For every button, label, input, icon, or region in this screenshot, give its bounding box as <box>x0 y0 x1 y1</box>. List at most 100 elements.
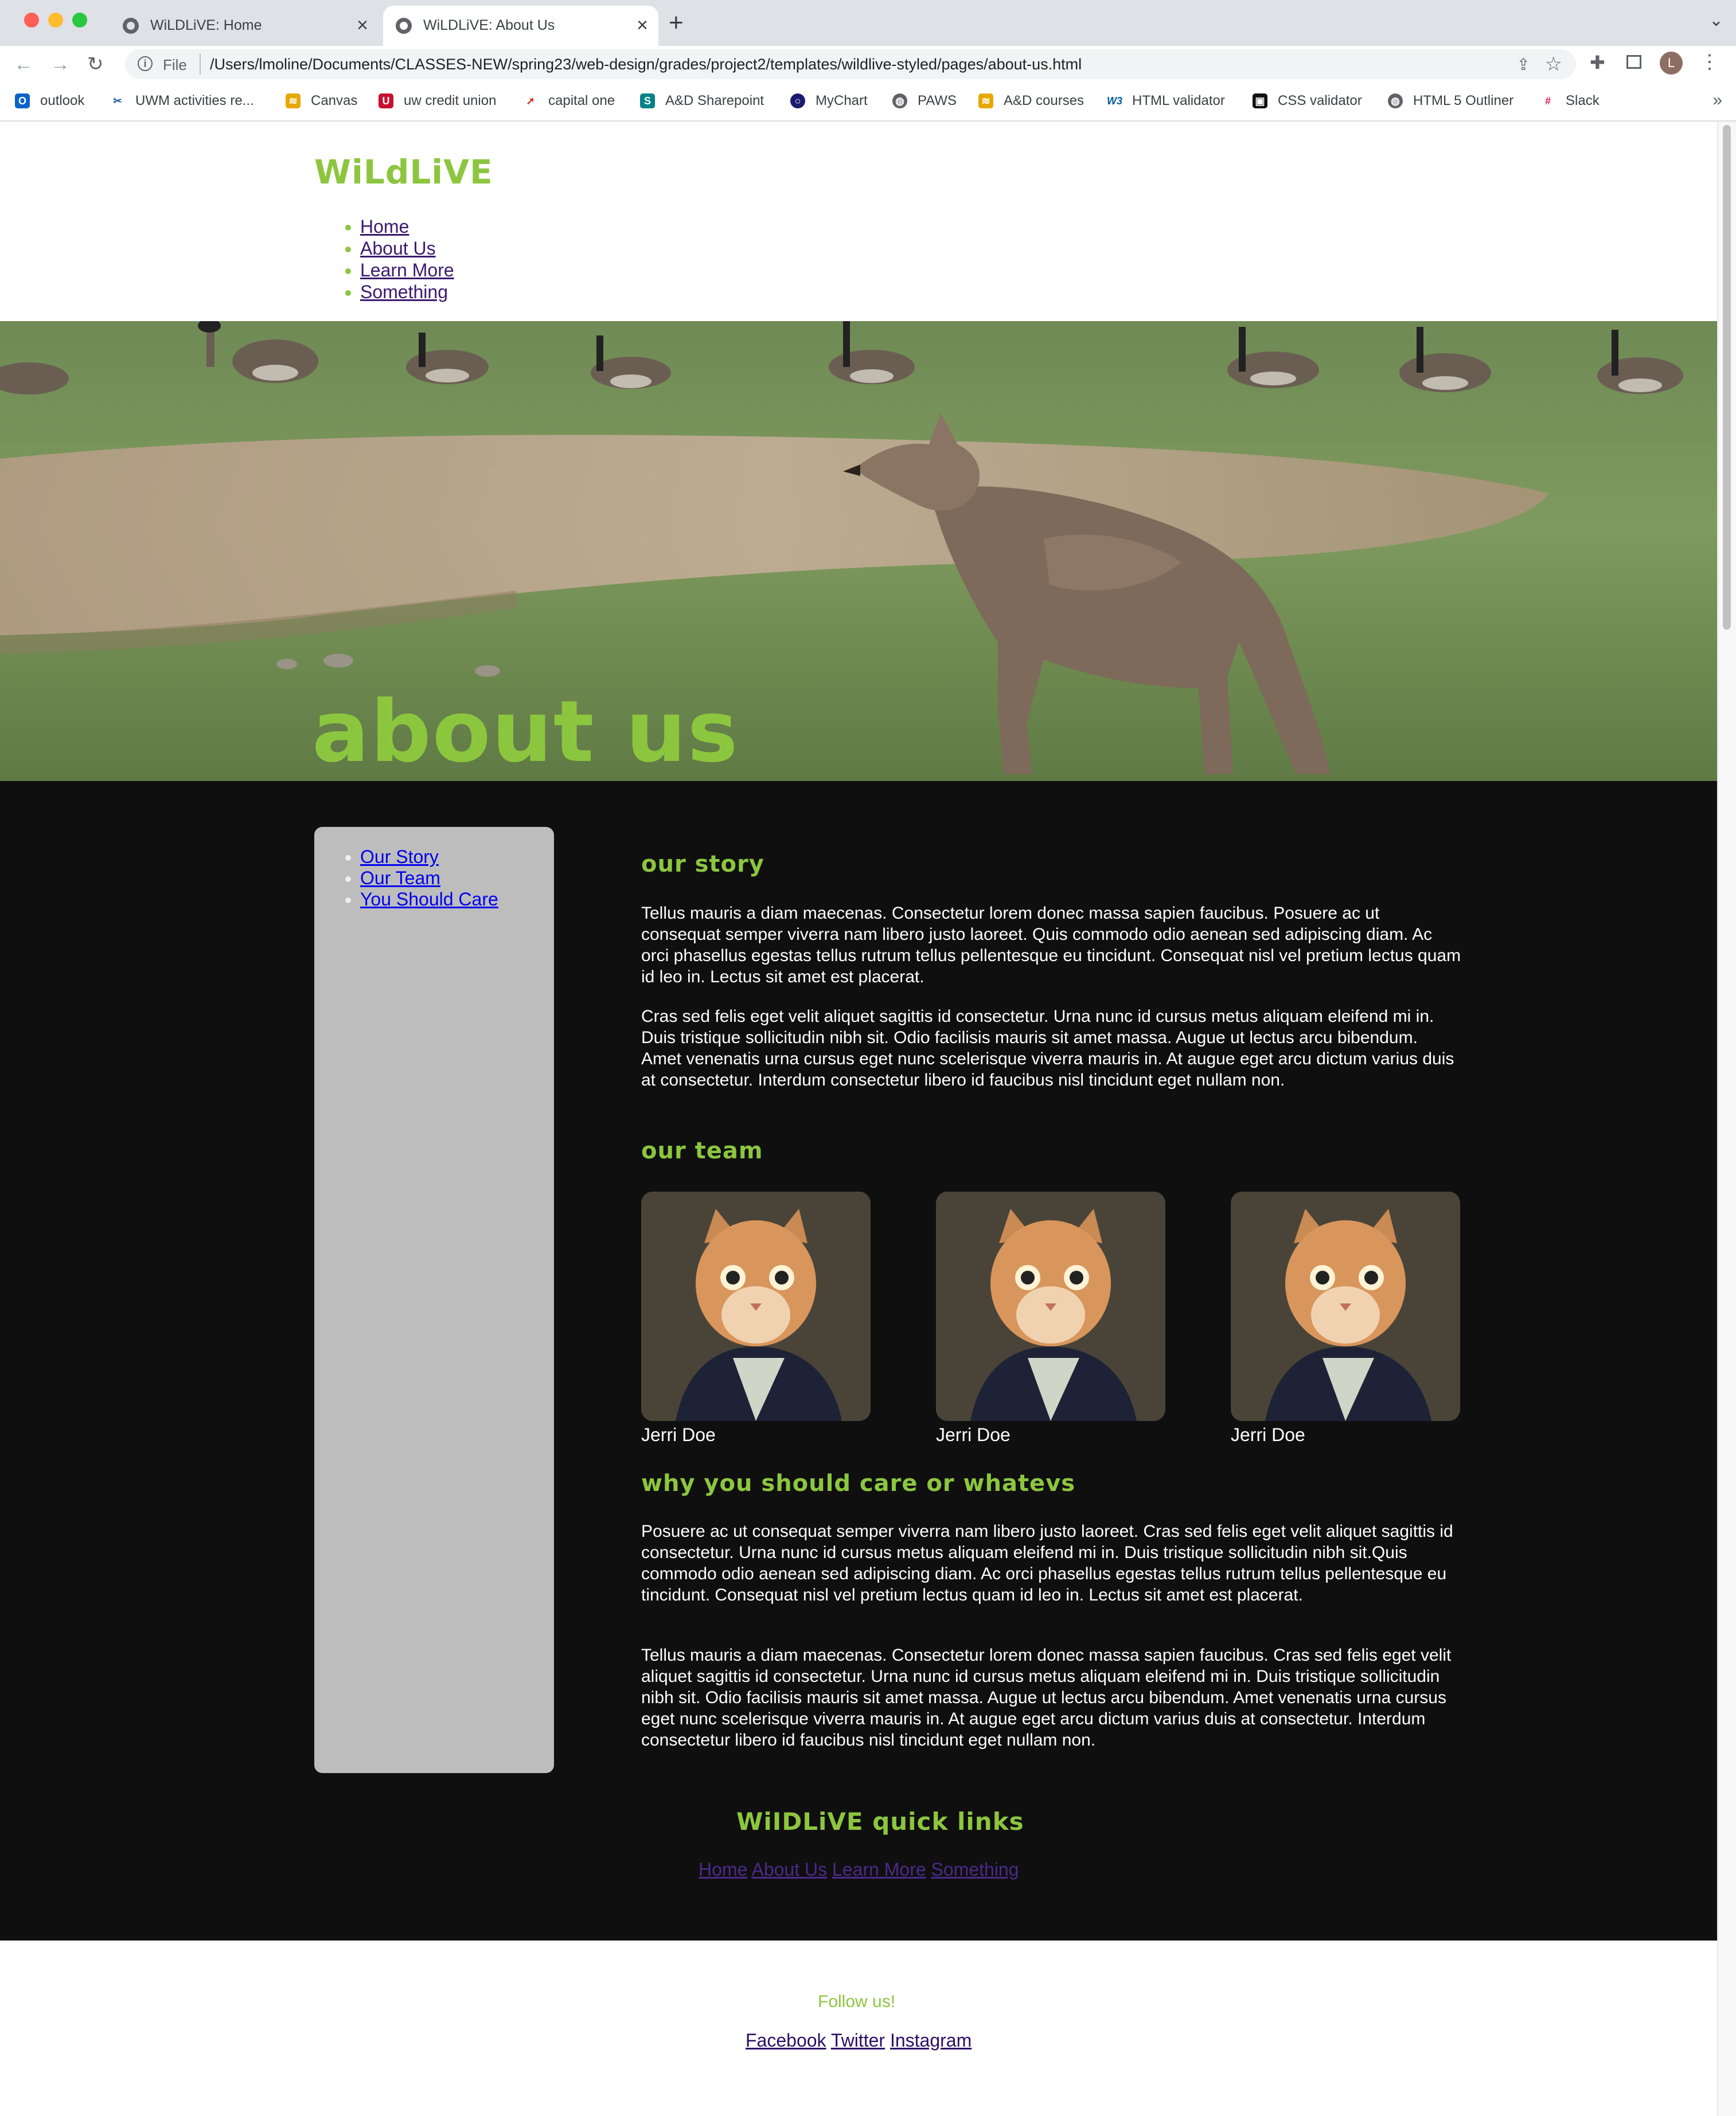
bookmark-outlook[interactable]: Ooutlook <box>15 92 84 110</box>
close-icon[interactable]: × <box>637 14 648 37</box>
team-member-name: Jerri Doe <box>936 1424 1011 1445</box>
tab-about-us[interactable]: WiLDLiVE: About Us × <box>383 6 658 46</box>
address-bar[interactable]: i File /Users/lmoline/Documents/CLASSES-… <box>125 49 1576 79</box>
quick-link-home[interactable]: Home <box>699 1859 747 1880</box>
quick-links: Home About Us Learn More Something <box>699 1859 1019 1880</box>
nav-item-something: Something <box>360 281 454 303</box>
bookmark-ad-courses[interactable]: ≋ A&D courses <box>978 92 1084 110</box>
bookmark-label: A&D Sharepoint <box>665 93 764 108</box>
bookmark-label: uw credit union <box>404 93 497 108</box>
nav-link-home[interactable]: Home <box>360 216 409 237</box>
globe-icon: ◍ <box>1388 93 1403 108</box>
bookmark-capital-one[interactable]: ➚ capital one <box>523 92 615 110</box>
social-link-facebook[interactable]: Facebook <box>746 2030 826 2051</box>
story-paragraph-1: Tellus mauris a diam maecenas. Consectet… <box>641 904 1461 986</box>
bookmark-mychart[interactable]: ○ MyChart <box>790 92 868 110</box>
team-member-name: Jerri Doe <box>1231 1424 1305 1445</box>
new-tab-button[interactable]: + <box>669 8 684 38</box>
sidebar-link-our-story[interactable]: Our Story <box>360 846 439 867</box>
sidebar: Our Story Our Team You Should Care <box>314 827 554 1773</box>
quick-link-something[interactable]: Something <box>931 1859 1019 1880</box>
bookmark-label: MyChart <box>816 93 868 108</box>
bookmark-label: HTML validator <box>1132 93 1225 108</box>
site-logo[interactable]: WiLdLiVE <box>314 153 493 192</box>
hero-banner: about us <box>0 321 1717 781</box>
css-icon: ▣ <box>1253 93 1267 108</box>
page-title: about us <box>312 682 739 781</box>
tab-home[interactable]: WiLDLiVE: Home × <box>110 6 379 46</box>
bookmark-uwm-activities[interactable]: ✂ UWM activities re... <box>110 92 254 110</box>
side-panel-icon[interactable] <box>1626 55 1641 69</box>
section-heading-care: why you should care or whatevs <box>641 1470 1076 1497</box>
bookmark-canvas[interactable]: ≋ Canvas <box>286 92 357 110</box>
bookmark-html-validator[interactable]: W3 HTML validator <box>1107 92 1225 110</box>
maximize-window-button[interactable] <box>72 13 87 28</box>
bookmark-label: UWM activities re... <box>135 93 254 108</box>
nav-item-learn: Learn More <box>360 259 454 281</box>
follow-us-label: Follow us! <box>818 1992 896 2011</box>
quick-links-heading: WiIDLiVE quick links <box>736 1807 1024 1836</box>
care-paragraph-2: Tellus mauris a diam maecenas. Consectet… <box>641 1646 1452 1750</box>
bookmark-uw-credit-union[interactable]: Uuw credit union <box>379 92 496 110</box>
reload-icon[interactable]: ↻ <box>87 53 104 76</box>
sidebar-item-our-story: Our Story <box>360 846 554 868</box>
uwm-icon: ≋ <box>978 93 993 108</box>
care-paragraph-1: Posuere ac ut consequat semper viverra n… <box>641 1522 1453 1604</box>
social-link-twitter[interactable]: Twitter <box>831 2030 885 2051</box>
bookmark-label: capital one <box>548 93 615 108</box>
chevron-down-icon[interactable]: ⌄ <box>1709 10 1723 30</box>
nav-link-learn-more[interactable]: Learn More <box>360 260 454 280</box>
social-link-instagram[interactable]: Instagram <box>890 2030 972 2051</box>
bookmark-html5-outliner[interactable]: ◍ HTML 5 Outliner <box>1388 92 1513 110</box>
star-icon[interactable]: ☆ <box>1545 53 1562 76</box>
avatar[interactable]: L <box>1660 52 1683 75</box>
globe-icon <box>396 18 412 34</box>
sidebar-link-you-should-care[interactable]: You Should Care <box>360 889 498 909</box>
forward-arrow-icon[interactable]: → <box>50 53 70 76</box>
kebab-menu-icon[interactable]: ⋮ <box>1700 50 1719 73</box>
quick-link-about-us[interactable]: About Us <box>751 1859 827 1880</box>
team-member-name: Jerri Doe <box>641 1424 716 1445</box>
sidebar-link-our-team[interactable]: Our Team <box>360 868 440 888</box>
team-member-card: Jerri Doe <box>936 1192 1165 1446</box>
quick-link-learn-more[interactable]: Learn More <box>832 1859 926 1880</box>
bookmark-ad-sharepoint[interactable]: S A&D Sharepoint <box>640 92 764 110</box>
swoosh-icon: ➚ <box>523 93 538 108</box>
bookmark-slack[interactable]: # Slack <box>1540 92 1600 110</box>
url-text[interactable]: /Users/lmoline/Documents/CLASSES-NEW/spr… <box>210 56 1082 73</box>
cat-portrait-photo <box>1231 1192 1460 1421</box>
close-icon[interactable]: × <box>357 14 368 37</box>
outlook-icon: O <box>15 93 30 108</box>
nav-link-something[interactable]: Something <box>360 282 448 302</box>
cat-portrait-photo <box>641 1192 871 1421</box>
cat-portrait-photo <box>936 1192 1165 1421</box>
bookmark-css-validator[interactable]: ▣ CSS validator <box>1253 92 1362 110</box>
info-icon[interactable]: i <box>138 56 153 71</box>
browser-chrome: WiLDLiVE: Home × WiLDLiVE: About Us × + … <box>0 0 1736 122</box>
bookmark-label: A&D courses <box>1004 93 1084 108</box>
bookmark-label: HTML 5 Outliner <box>1413 93 1514 108</box>
w3-icon: W3 <box>1107 93 1122 108</box>
scissors-icon: ✂ <box>110 93 125 108</box>
minimize-window-button[interactable] <box>48 13 63 28</box>
share-icon[interactable]: ⇪ <box>1517 55 1530 74</box>
main-nav: Home About Us Learn More Something <box>314 216 454 303</box>
nav-link-about-us[interactable]: About Us <box>360 238 436 259</box>
sidebar-item-our-team: Our Team <box>360 868 554 889</box>
extensions-icon[interactable]: ✚ <box>1590 52 1605 73</box>
nav-item-about: About Us <box>360 237 454 259</box>
close-window-button[interactable] <box>24 13 39 28</box>
slack-icon: # <box>1540 93 1555 108</box>
web-page: WiLdLiVE Home About Us Learn More Someth… <box>0 122 1717 2116</box>
back-arrow-icon[interactable]: ← <box>14 53 33 76</box>
bookmark-label: PAWS <box>918 93 957 108</box>
ring-icon: ○ <box>790 93 805 108</box>
bookmark-label: CSS validator <box>1278 93 1362 108</box>
more-bookmarks-icon[interactable]: » <box>1712 91 1722 110</box>
sharepoint-icon: S <box>640 93 655 108</box>
scrollbar-thumb[interactable] <box>1723 125 1731 630</box>
sidebar-nav: Our Story Our Team You Should Care <box>314 827 554 910</box>
bookmark-paws[interactable]: ◍ PAWS <box>892 92 957 110</box>
page-scrollbar[interactable] <box>1717 122 1736 2116</box>
section-heading-team: our team <box>641 1138 763 1164</box>
